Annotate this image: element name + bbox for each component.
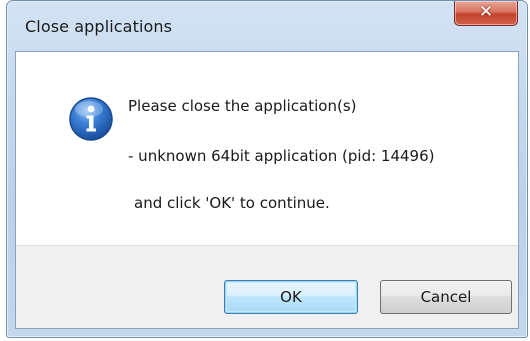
cancel-button[interactable]: Cancel — [380, 280, 512, 314]
application-list-item: - unknown 64bit application (pid: 14496) — [128, 147, 435, 165]
title-bar[interactable]: Close applications ✕ — [7, 1, 527, 51]
message-line-1: Please close the application(s) — [128, 97, 357, 115]
message-area: Please close the application(s) - unknow… — [16, 52, 518, 245]
dialog-client-area: Please close the application(s) - unknow… — [15, 51, 519, 329]
close-button[interactable]: ✕ — [454, 1, 518, 26]
close-icon: ✕ — [478, 2, 494, 22]
message-line-3: and click 'OK' to continue. — [134, 194, 330, 212]
info-icon — [69, 97, 113, 141]
window-title: Close applications — [25, 17, 173, 36]
ok-button[interactable]: OK — [224, 280, 358, 314]
button-bar: OK Cancel — [16, 245, 518, 328]
dialog-window: Close applications ✕ Please close the ap… — [6, 0, 528, 338]
